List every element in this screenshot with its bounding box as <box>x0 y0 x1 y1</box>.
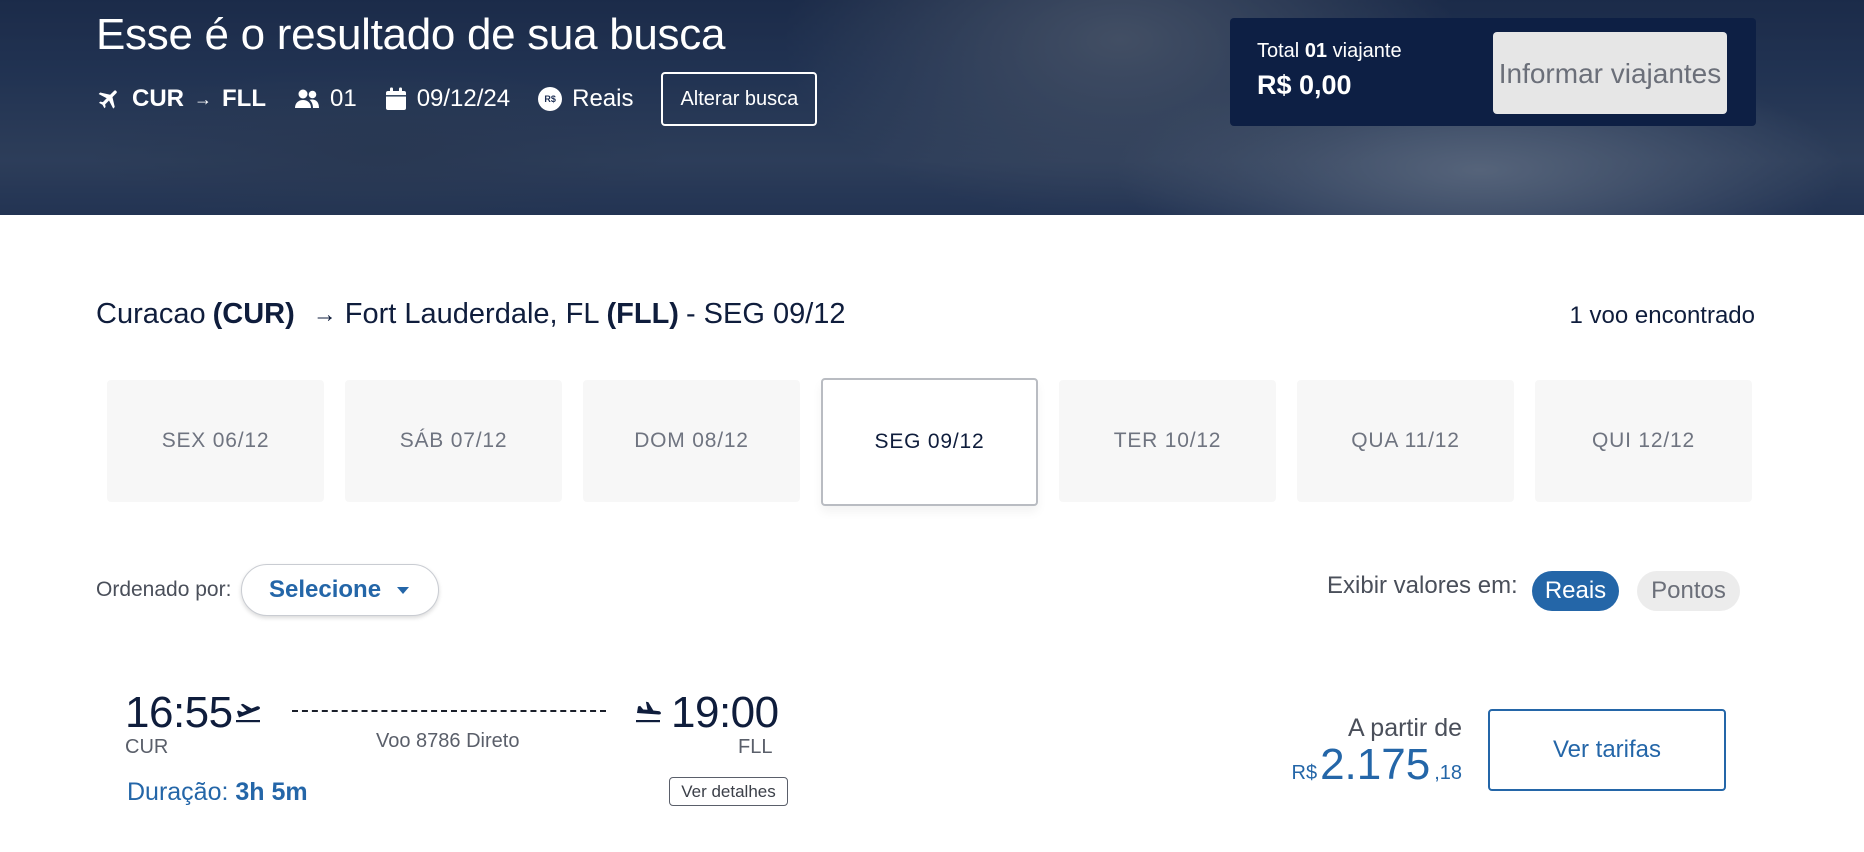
route-date: - SEG 09/12 <box>685 298 846 330</box>
page-title: Esse é o resultado de sua busca <box>96 10 726 59</box>
sort-label: Ordenado por: <box>96 578 232 601</box>
landing-icon <box>636 701 661 723</box>
departure-code: CUR <box>125 736 169 758</box>
flights-found-count: 1 voo encontrado <box>1569 302 1755 329</box>
price-from-label: A partir de <box>1348 714 1462 742</box>
date-summary: 09/12/24 <box>385 85 510 113</box>
origin-code: CUR <box>132 85 184 112</box>
passenger-summary: 01 <box>294 85 357 113</box>
total-prefix: Total <box>1257 40 1300 62</box>
calendar-icon <box>385 87 406 110</box>
flight-number-info: Voo 8786 Direto <box>376 730 520 752</box>
search-date: 09/12/24 <box>416 85 511 112</box>
passenger-count: 01 <box>329 85 357 112</box>
view-details-button[interactable]: Ver detalhes <box>669 777 788 806</box>
origin-code-heading: (CUR) <box>212 298 295 330</box>
people-icon <box>294 89 319 108</box>
route-heading: Curacao (CUR) → Fort Lauderdale, FL (FLL… <box>96 298 846 331</box>
view-fares-button[interactable]: Ver tarifas <box>1488 709 1726 791</box>
alter-search-button[interactable]: Alterar busca <box>661 72 818 126</box>
takeoff-icon <box>236 703 260 723</box>
airplane-icon <box>98 90 117 109</box>
arrow-right-icon: → <box>194 88 212 109</box>
caret-down-icon <box>397 586 410 594</box>
inform-travelers-button[interactable]: Informar viajantes <box>1493 32 1727 114</box>
display-values-label: Exibir valores em: <box>1327 572 1518 599</box>
departure-time: 16:55 <box>125 688 233 737</box>
price-integer: 2.175 <box>1320 740 1431 789</box>
currency-icon: R$ <box>538 87 563 111</box>
duration-value: 3h 5m <box>235 778 308 806</box>
flight-path-line <box>292 710 606 712</box>
sort-value: Selecione <box>269 576 382 603</box>
origin-city: Curacao <box>96 298 206 330</box>
currency-label: Reais <box>572 85 634 112</box>
day-tab-1[interactable]: SÁB 07/12 <box>345 380 562 502</box>
day-tab-2[interactable]: DOM 08/12 <box>583 380 800 502</box>
destination-city: Fort Lauderdale, FL <box>344 298 600 330</box>
day-tab-4[interactable]: TER 10/12 <box>1059 380 1276 502</box>
total-suffix: viajante <box>1332 40 1402 62</box>
arrow-right-icon: → <box>312 300 337 328</box>
day-tab-0[interactable]: SEX 06/12 <box>107 380 324 502</box>
currency-summary: R$ Reais <box>538 85 633 113</box>
duration-label: Duração: <box>127 778 229 806</box>
arrival-code: FLL <box>738 736 773 758</box>
total-travelers-label: Total 01 viajante <box>1257 40 1402 63</box>
day-tab-3-selected[interactable]: SEG 09/12 <box>821 378 1038 506</box>
destination-code-heading: (FLL) <box>606 298 679 330</box>
route-summary: CUR → FLL <box>96 85 266 113</box>
total-value: R$ 0,00 <box>1257 70 1352 100</box>
day-tab-5[interactable]: QUA 11/12 <box>1297 380 1514 502</box>
price-cents: ,18 <box>1434 762 1462 784</box>
total-panel: Total 01 viajante R$ 0,00 Informar viaja… <box>1230 18 1756 126</box>
flight-price: R$ 2.175 ,18 <box>1292 740 1463 790</box>
total-count: 01 <box>1304 40 1328 62</box>
flight-duration: Duração: 3h 5m <box>127 778 308 807</box>
toggle-pontos[interactable]: Pontos <box>1637 571 1740 611</box>
toggle-reais[interactable]: Reais <box>1532 571 1619 611</box>
destination-code: FLL <box>222 85 266 112</box>
day-tab-6[interactable]: QUI 12/12 <box>1535 380 1752 502</box>
search-summary: CUR → FLL 01 09/12/24 R$ Reais Alterar b… <box>96 72 818 126</box>
hero-banner: Esse é o resultado de sua busca CUR → FL… <box>0 0 1864 215</box>
price-currency: R$ <box>1291 762 1318 784</box>
sort-dropdown[interactable]: Selecione <box>241 564 439 616</box>
date-selector: SEX 06/12 SÁB 07/12 DOM 08/12 SEG 09/12 … <box>107 378 1773 506</box>
arrival-time: 19:00 <box>671 688 779 737</box>
